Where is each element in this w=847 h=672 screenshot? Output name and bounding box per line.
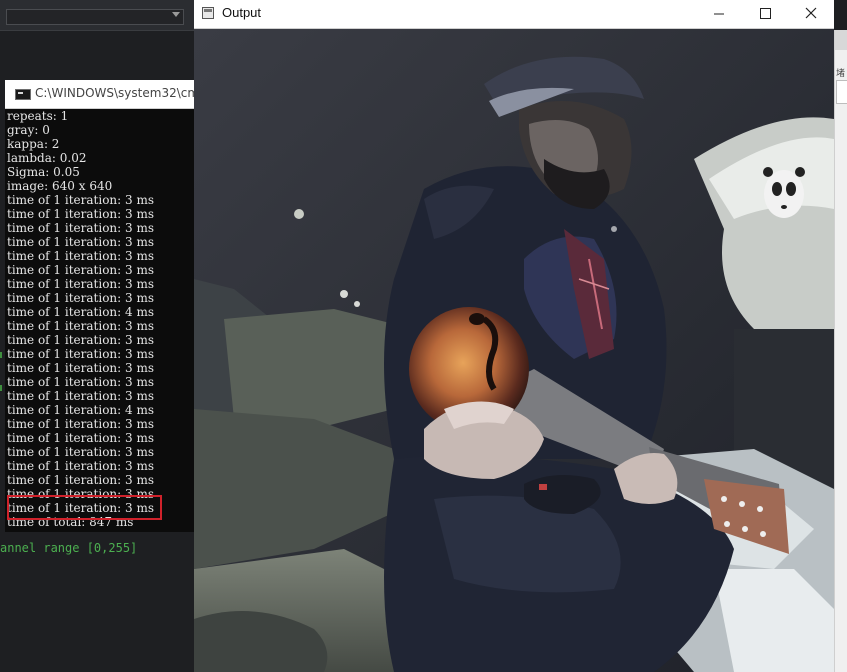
background-window-header — [835, 30, 847, 50]
console-line: time of 1 iteration: 3 ms — [7, 235, 154, 249]
ide-marker — [0, 385, 2, 391]
console-line: kappa: 2 — [7, 137, 60, 151]
ide-marker — [0, 352, 2, 358]
console-output: repeats: 1 gray: 0 kappa: 2 lambda: 0.02 Sig… — [7, 109, 195, 529]
console-line: time of 1 iteration: 3 ms — [7, 347, 154, 361]
console-line: time of 1 iteration: 3 ms — [7, 291, 154, 305]
console-line: time of 1 iteration: 3 ms — [7, 417, 154, 431]
output-window[interactable]: Output — [194, 0, 834, 672]
console-line: repeats: 1 — [7, 109, 69, 123]
console-line: gray: 0 — [7, 123, 50, 137]
minimize-button[interactable] — [696, 0, 742, 28]
console-line: time of 1 iteration: 3 ms — [7, 207, 154, 221]
output-titlebar[interactable]: Output — [194, 0, 834, 29]
console-line: time of 1 iteration: 3 ms — [7, 249, 154, 263]
ide-toolbar — [0, 0, 194, 31]
console-line: image: 640 x 640 — [7, 179, 113, 193]
console-line: lambda: 0.02 — [7, 151, 87, 165]
console-line: time of 1 iteration: 3 ms — [7, 319, 154, 333]
window-app-icon — [202, 7, 214, 19]
background-window-control[interactable] — [836, 80, 847, 104]
console-title: C:\WINDOWS\system32\cmd.exe — [35, 86, 195, 100]
minimize-icon — [714, 13, 724, 15]
console-line: time of 1 iteration: 3 ms — [7, 277, 154, 291]
console-line: time of 1 iteration: 3 ms — [7, 221, 154, 235]
console-line: time of 1 iteration: 3 ms — [7, 445, 154, 459]
console-line: time of 1 iteration: 3 ms — [7, 333, 154, 347]
output-title: Output — [222, 5, 262, 20]
close-button[interactable] — [788, 0, 834, 28]
console-line: time of 1 iteration: 3 ms — [7, 473, 154, 487]
chevron-down-icon — [172, 12, 180, 17]
console-line: time of 1 iteration: 3 ms — [7, 389, 154, 403]
background-window-edge: 堵 — [834, 30, 847, 672]
background-window-label: 堵 — [836, 69, 846, 79]
console-window[interactable]: C:\WINDOWS\system32\cmd.exe repeats: 1gr… — [5, 80, 195, 532]
console-titlebar[interactable]: C:\WINDOWS\system32\cmd.exe — [5, 80, 195, 109]
ide-dropdown[interactable] — [6, 9, 184, 25]
filtered-image — [194, 29, 834, 672]
musician-with-mandolin-image — [194, 29, 834, 672]
close-icon — [805, 7, 817, 19]
console-line: time of 1 iteration: 4 ms — [7, 403, 154, 417]
console-line: time of 1 iteration: 3 ms — [7, 431, 154, 445]
ide-output-text: annel range [0,255] — [0, 541, 138, 555]
console-line: time of 1 iteration: 3 ms — [7, 459, 154, 473]
console-line: time of 1 iteration: 3 ms — [7, 263, 154, 277]
total-time-highlight — [7, 495, 162, 520]
maximize-button[interactable] — [742, 0, 788, 28]
maximize-icon — [760, 8, 771, 19]
console-line: time of 1 iteration: 3 ms — [7, 375, 154, 389]
console-line: time of 1 iteration: 4 ms — [7, 305, 154, 319]
console-line: time of 1 iteration: 3 ms — [7, 361, 154, 375]
cmd-icon — [15, 89, 31, 100]
console-line: time of 1 iteration: 3 ms — [7, 193, 154, 207]
console-line: Sigma: 0.05 — [7, 165, 80, 179]
